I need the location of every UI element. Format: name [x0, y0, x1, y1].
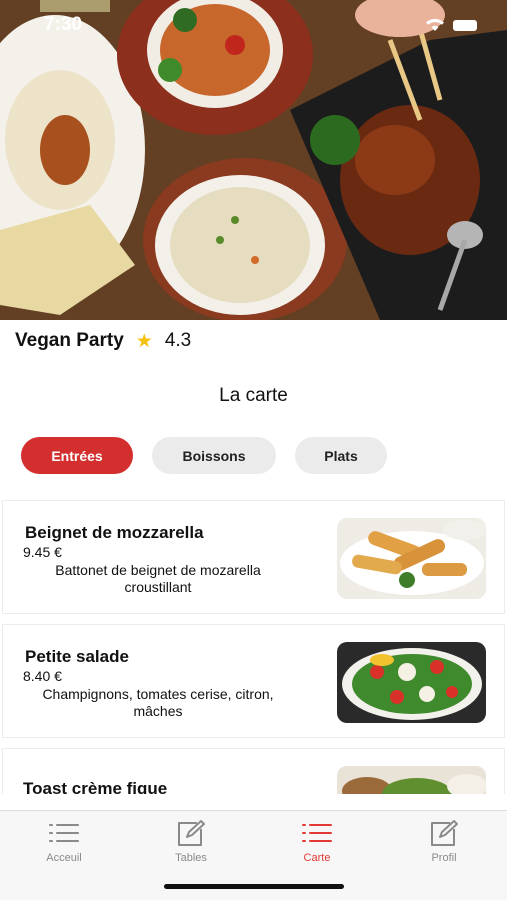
status-icons — [425, 18, 477, 32]
list-icon — [302, 824, 332, 842]
list-icon — [49, 824, 79, 842]
menu-item-card[interactable]: Toast crème figue — [2, 748, 505, 794]
menu-item-description: Champignons, tomates cerise, citron, mâc… — [42, 686, 274, 719]
menu-item-price: 8.40 € — [23, 668, 62, 684]
menu-item-name: Beignet de mozzarella — [25, 523, 204, 542]
tab-profil[interactable]: Profil — [394, 819, 494, 875]
battery-icon — [453, 19, 477, 31]
menu-item-price: 9.45 € — [23, 544, 62, 560]
tab-label: Tables — [175, 852, 207, 864]
menu-title: La carte — [219, 385, 288, 406]
restaurant-name: Vegan Party — [15, 330, 124, 351]
status-time: 7:30 — [44, 14, 83, 35]
menu-item-photo — [337, 642, 486, 723]
menu-item-list: Beignet de mozzarella 9.45 € Battonet de… — [0, 498, 507, 794]
edit-icon — [431, 820, 458, 846]
category-tab-entrees[interactable]: Entrées — [21, 437, 133, 474]
menu-item-description: Battonet de beignet de mozarella crousti… — [55, 562, 261, 595]
tab-label: Carte — [303, 852, 331, 864]
edit-icon — [178, 820, 205, 846]
wifi-icon — [426, 18, 444, 31]
star-icon: ★ — [135, 330, 153, 352]
tab-carte[interactable]: Carte — [267, 819, 367, 875]
status-bar: 7:30 — [0, 0, 507, 50]
restaurant-header: Vegan Party ★ 4.3 — [15, 328, 191, 354]
category-tab-boissons[interactable]: Boissons — [152, 437, 276, 474]
tab-acceuil[interactable]: Acceuil — [14, 819, 114, 875]
menu-item-name: Petite salade — [25, 647, 129, 666]
menu-item-name: Toast crème figue — [23, 779, 168, 794]
tab-label: Profil — [431, 852, 457, 864]
home-indicator — [164, 884, 344, 889]
menu-item-photo — [337, 766, 486, 794]
tab-label: Acceuil — [46, 852, 82, 864]
category-tab-plats[interactable]: Plats — [295, 437, 387, 474]
menu-item-card[interactable]: Petite salade 8.40 € Champignons, tomate… — [2, 624, 505, 738]
menu-item-card[interactable]: Beignet de mozzarella 9.45 € Battonet de… — [2, 500, 505, 614]
menu-item-photo — [337, 518, 486, 599]
restaurant-rating: 4.3 — [164, 330, 192, 351]
hero-food-photo: 7:30 — [0, 0, 507, 320]
tab-tables[interactable]: Tables — [141, 819, 241, 875]
